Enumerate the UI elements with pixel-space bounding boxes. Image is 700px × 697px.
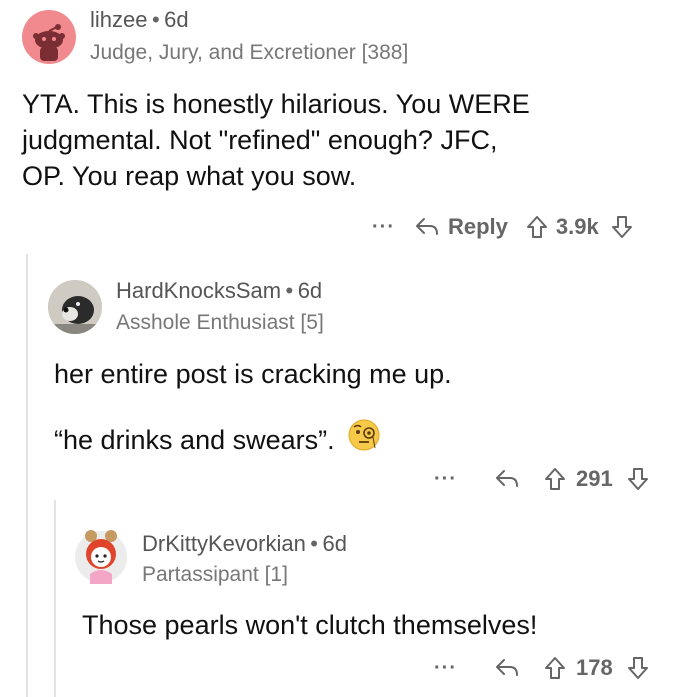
vote-count: 178 [576,655,613,680]
more-options-icon[interactable]: ··· [372,216,414,239]
more-options-icon[interactable]: ··· [434,657,494,680]
downvote-icon[interactable] [611,215,633,239]
separator-dot: • [151,7,160,32]
separator-dot: • [285,278,294,303]
username[interactable]: DrKittyKevorkian [142,531,306,556]
downvote-icon[interactable] [627,467,649,491]
reply-icon[interactable] [494,468,520,490]
comment-actions: ··· Reply 3.9k [372,210,633,244]
comment-line: YTA. This is honestly hilarious. You WER… [22,89,530,119]
comment-body: Those pearls won't clutch themselves! [82,607,692,643]
comment-line: judgmental. Not "refined" enough? JFC, [22,125,498,155]
more-options-icon[interactable]: ··· [434,468,494,491]
upvote-icon[interactable] [544,656,566,680]
comment-line: Those pearls won't clutch themselves! [82,610,538,640]
reply-icon[interactable] [494,657,520,679]
comment-line: her entire post is cracking me up. [54,359,452,389]
thread-line-1[interactable] [26,254,28,697]
snoo-avatar-icon [33,24,65,61]
avatar[interactable] [22,10,76,64]
downvote-icon[interactable] [627,656,649,680]
reply-button[interactable]: Reply [448,214,508,240]
separator-dot: • [310,531,318,556]
user-flair: Asshole Enthusiast [5] [116,311,324,334]
monocle-face-emoji-icon [347,418,381,461]
upvote-icon[interactable] [526,215,548,239]
comment-line: “he drinks and swears”. [54,424,335,455]
comment-line: OP. You reap what you sow. [22,161,357,191]
comment-body: her entire post is cracking me up. “he d… [54,356,684,461]
user-flair: Partassipant [1] [142,563,288,586]
cat-girl-avatar-icon [75,530,127,584]
username[interactable]: lihzee [90,7,147,32]
thread-line-2[interactable] [54,500,56,697]
comment-actions: ··· 291 [434,462,649,496]
comment-age: 6d [164,7,189,32]
dog-avatar-icon [48,280,102,334]
vote-count: 291 [576,466,613,491]
avatar[interactable] [48,280,102,334]
upvote-icon[interactable] [544,467,566,491]
user-flair: Judge, Jury, and Excretioner [388] [90,41,409,64]
comment-actions: ··· 178 [434,651,649,685]
comment-age: 6d [322,531,347,556]
comment-body: YTA. This is honestly hilarious. You WER… [22,86,682,194]
username[interactable]: HardKnocksSam [116,278,281,303]
reply-icon[interactable] [414,216,440,238]
comment-age: 6d [297,278,323,303]
avatar[interactable] [74,528,128,586]
vote-count: 3.9k [555,214,599,239]
